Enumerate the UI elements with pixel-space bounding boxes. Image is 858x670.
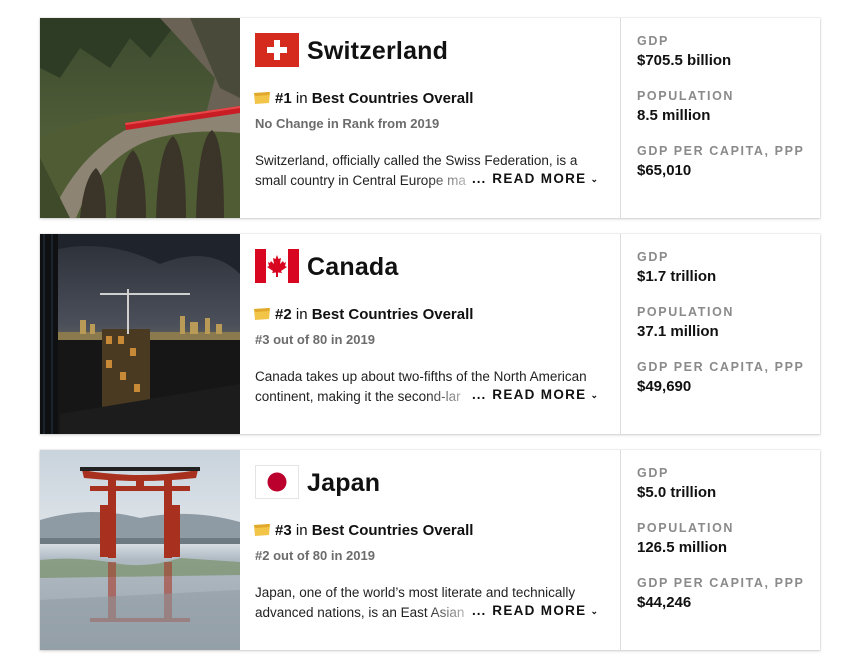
rank-line: #1 in Best Countries Overall — [253, 90, 473, 110]
gdp-value: $5.0 trillion — [637, 484, 717, 501]
description-line-1: Switzerland, officially called the Swiss… — [255, 153, 578, 168]
population-value: 37.1 million — [637, 323, 719, 340]
gdp-label: GDP — [637, 250, 669, 264]
gdp-per-capita-label: GDP PER CAPITA, PPP — [637, 144, 805, 158]
description-line-1: Canada takes up about two-fifths of the … — [255, 369, 587, 384]
country-card-japan: Japan #3 in Best Countries Overall #2 ou… — [40, 450, 820, 650]
gdp-per-capita-stat: GDP PER CAPITA, PPP $65,010 — [637, 144, 804, 180]
gdp-label: GDP — [637, 34, 669, 48]
read-more-button[interactable]: ... READ MORE ⌄ — [472, 603, 599, 618]
read-more-label: READ MORE — [492, 171, 587, 186]
ellipsis: ... — [472, 171, 487, 186]
medal-icon — [253, 91, 271, 110]
chevron-down-icon: ⌄ — [590, 174, 600, 184]
description-line-1: Japan, one of the world’s most literate … — [255, 585, 576, 600]
country-card-canada: Canada #2 in Best Countries Overall #3 o… — [40, 234, 820, 434]
read-more-label: READ MORE — [492, 387, 587, 402]
population-label: POPULATION — [637, 305, 735, 319]
population-stat: POPULATION 126.5 million — [637, 521, 734, 557]
population-value: 8.5 million — [637, 107, 711, 124]
medal-icon — [253, 307, 271, 326]
gdp-value: $705.5 billion — [637, 52, 732, 69]
read-more-button[interactable]: ... READ MORE ⌄ — [472, 387, 599, 402]
gdp-per-capita-label: GDP PER CAPITA, PPP — [637, 360, 805, 374]
rank-number: #1 — [275, 90, 292, 107]
country-ranking-list: Switzerland #1 in Best Countries Overall… — [40, 18, 820, 666]
population-label: POPULATION — [637, 521, 735, 535]
rank-category-link[interactable]: Best Countries Overall — [312, 90, 474, 107]
country-name[interactable]: Switzerland — [307, 35, 448, 67]
rank-in-text: in — [295, 306, 308, 323]
rank-category-link[interactable]: Best Countries Overall — [312, 306, 474, 323]
population-label: POPULATION — [637, 89, 735, 103]
gdp-per-capita-stat: GDP PER CAPITA, PPP $44,246 — [637, 576, 804, 612]
rank-number: #2 — [275, 306, 292, 323]
population-stat: POPULATION 37.1 million — [637, 305, 734, 341]
canada-flag-icon — [255, 249, 299, 283]
rank-change: #2 out of 80 in 2019 — [255, 548, 375, 563]
description-line-2: small country in Central Europe ma — [255, 171, 485, 191]
rank-category-link[interactable]: Best Countries Overall — [312, 522, 474, 539]
read-more-button[interactable]: ... READ MORE ⌄ — [472, 171, 599, 186]
population-value: 126.5 million — [637, 539, 728, 556]
gdp-value: $1.7 trillion — [637, 268, 717, 285]
population-stat: POPULATION 8.5 million — [637, 89, 734, 125]
country-main-info: Switzerland #1 in Best Countries Overall… — [240, 18, 620, 218]
japan-flag-icon — [255, 465, 299, 499]
canada-photo[interactable] — [40, 234, 240, 434]
medal-icon — [253, 523, 271, 542]
switzerland-photo[interactable] — [40, 18, 240, 218]
rank-change: #3 out of 80 in 2019 — [255, 332, 375, 347]
rank-change: No Change in Rank from 2019 — [255, 116, 440, 131]
gdp-stat: GDP $1.7 trillion — [637, 250, 716, 286]
switzerland-flag-icon — [255, 33, 299, 67]
ellipsis: ... — [472, 603, 487, 618]
rank-line: #3 in Best Countries Overall — [253, 522, 473, 542]
country-name[interactable]: Canada — [307, 251, 399, 283]
rank-line: #2 in Best Countries Overall — [253, 306, 473, 326]
rank-in-text: in — [295, 522, 308, 539]
country-main-info: Japan #3 in Best Countries Overall #2 ou… — [240, 450, 620, 650]
country-stats: GDP $1.7 trillion POPULATION 37.1 millio… — [620, 234, 821, 434]
rank-number: #3 — [275, 522, 292, 539]
country-stats: GDP $705.5 billion POPULATION 8.5 millio… — [620, 18, 821, 218]
gdp-stat: GDP $705.5 billion — [637, 34, 731, 70]
description-line-2: continent, making it the second-lar — [255, 387, 485, 407]
gdp-per-capita-stat: GDP PER CAPITA, PPP $49,690 — [637, 360, 804, 396]
chevron-down-icon: ⌄ — [590, 390, 600, 400]
gdp-per-capita-value: $65,010 — [637, 162, 692, 179]
country-stats: GDP $5.0 trillion POPULATION 126.5 milli… — [620, 450, 821, 650]
gdp-per-capita-value: $44,246 — [637, 594, 692, 611]
japan-photo[interactable] — [40, 450, 240, 650]
gdp-per-capita-value: $49,690 — [637, 378, 692, 395]
gdp-per-capita-label: GDP PER CAPITA, PPP — [637, 576, 805, 590]
gdp-stat: GDP $5.0 trillion — [637, 466, 716, 502]
chevron-down-icon: ⌄ — [590, 606, 600, 616]
country-card-switzerland: Switzerland #1 in Best Countries Overall… — [40, 18, 820, 218]
ellipsis: ... — [472, 387, 487, 402]
gdp-label: GDP — [637, 466, 669, 480]
rank-in-text: in — [295, 90, 308, 107]
read-more-label: READ MORE — [492, 603, 587, 618]
description-line-2: advanced nations, is an East Asian — [255, 603, 485, 623]
country-name[interactable]: Japan — [307, 467, 380, 499]
country-main-info: Canada #2 in Best Countries Overall #3 o… — [240, 234, 620, 434]
